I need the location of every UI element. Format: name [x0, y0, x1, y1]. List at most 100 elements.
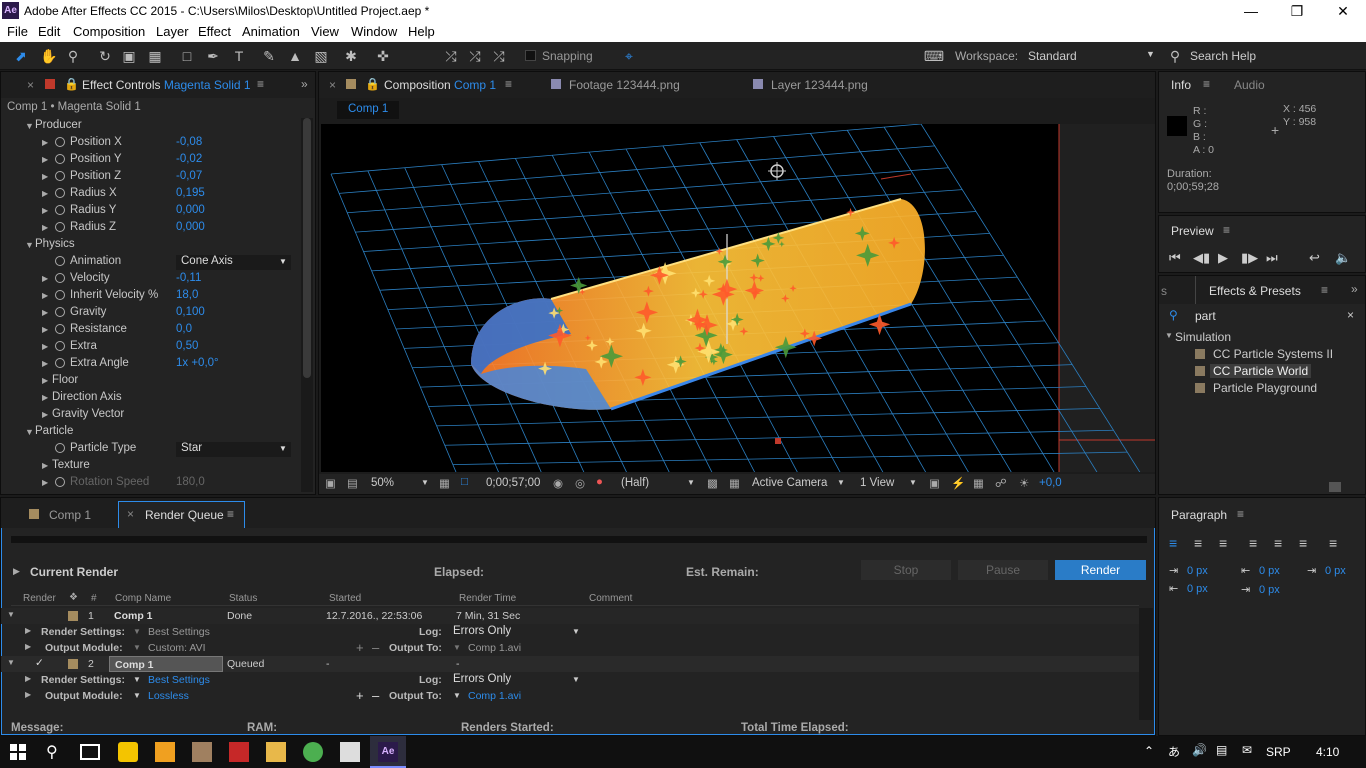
chevron-down-icon[interactable]: ▼: [133, 675, 141, 684]
fast-previews-icon[interactable]: ▩: [707, 476, 718, 490]
align-center-icon[interactable]: ≡: [1194, 535, 1202, 551]
chevron-down-icon[interactable]: ▼: [133, 691, 141, 700]
file-explorer-icon[interactable]: [266, 742, 286, 762]
show-snapshot-icon[interactable]: ◎: [575, 476, 585, 490]
col-status[interactable]: Status: [229, 593, 257, 604]
media-player-icon[interactable]: [155, 742, 175, 762]
stopwatch-icon[interactable]: [55, 443, 65, 453]
remove-output-icon[interactable]: –: [372, 640, 379, 655]
effect-row[interactable]: ▶ Inherit Velocity % 18,0: [1, 288, 301, 305]
language-indicator[interactable]: SRP: [1266, 745, 1291, 759]
property-dropdown[interactable]: Cone Axis ▼: [176, 255, 291, 270]
stop-button[interactable]: Stop: [861, 560, 951, 580]
scrollbar[interactable]: [301, 118, 313, 492]
menu-file[interactable]: File: [7, 24, 28, 39]
property-value[interactable]: 18,0: [176, 289, 198, 301]
effects-presets-title[interactable]: Effects & Presets: [1209, 284, 1301, 298]
col-comp-name[interactable]: Comp Name: [115, 593, 171, 604]
collapse-icon[interactable]: ▶: [42, 376, 48, 385]
clear-search-icon[interactable]: ×: [1347, 308, 1354, 322]
collapse-icon[interactable]: ▶: [42, 325, 48, 334]
lock-icon[interactable]: 🔒: [64, 77, 79, 91]
effect-row[interactable]: ▶ Radius Z 0,000: [1, 220, 301, 237]
chevron-right-icon[interactable]: ▶: [25, 626, 31, 635]
after-effects-taskbar-button[interactable]: Ae: [370, 736, 406, 768]
property-value[interactable]: 0,195: [176, 187, 205, 199]
close-icon[interactable]: ×: [329, 78, 336, 92]
effect-preset-item[interactable]: CC Particle World: [1159, 363, 1349, 380]
roi-icon[interactable]: □: [461, 476, 468, 488]
effect-row[interactable]: ▼ Particle: [1, 424, 301, 441]
justify-right-icon[interactable]: ≡: [1299, 535, 1307, 551]
resolution-select[interactable]: (Half): [621, 477, 649, 489]
tab-effect-controls[interactable]: Effect Controls Magenta Solid 1: [82, 78, 251, 92]
collapse-icon[interactable]: ▶: [42, 189, 48, 198]
effect-row[interactable]: ▶ Direction Axis: [1, 390, 301, 407]
draft-3d-icon[interactable]: ⚡: [951, 476, 965, 490]
panel-menu-icon[interactable]: ≡: [1237, 507, 1244, 521]
pause-button[interactable]: Pause: [958, 560, 1048, 580]
table-row[interactable]: ▼ 1 Comp 1 Done 12.7.2016., 22:53:06 7 Min, 3…: [1, 608, 1139, 624]
expand-icon[interactable]: ▼: [7, 610, 15, 619]
effect-row[interactable]: ▼ Physics: [1, 237, 301, 254]
chevron-down-icon[interactable]: ▼: [572, 675, 580, 684]
collapse-icon[interactable]: ▶: [42, 206, 48, 215]
next-frame-icon[interactable]: ▮▶: [1241, 250, 1258, 266]
app-icon-3[interactable]: [192, 742, 212, 762]
reset-exposure-icon[interactable]: ☀: [1019, 476, 1029, 490]
space-after-value[interactable]: 0 px: [1259, 584, 1280, 596]
stopwatch-icon[interactable]: [55, 273, 65, 283]
acrobat-icon[interactable]: [229, 742, 249, 762]
stopwatch-icon[interactable]: [55, 137, 65, 147]
stopwatch-icon[interactable]: [55, 341, 65, 351]
expand-icon[interactable]: ▼: [25, 121, 34, 131]
effect-row[interactable]: ▶ Rotation Speed 180,0: [1, 475, 301, 492]
collapse-icon[interactable]: ▶: [42, 223, 48, 232]
brush-tool-icon[interactable]: ✎: [260, 47, 278, 65]
chrome-icon[interactable]: [303, 742, 323, 762]
stopwatch-icon[interactable]: [55, 171, 65, 181]
property-value[interactable]: 0,100: [176, 306, 205, 318]
close-icon[interactable]: ×: [27, 78, 34, 92]
panel-menu-icon[interactable]: ≡: [1223, 223, 1230, 237]
property-dropdown[interactable]: Star ▼: [176, 442, 291, 457]
table-row[interactable]: ▼ ✓ 2 Comp 1 Queued - -: [1, 656, 1139, 672]
maximize-button[interactable]: ❐: [1274, 0, 1320, 22]
volume-icon[interactable]: 🔊: [1192, 743, 1207, 757]
property-value[interactable]: 0,0: [176, 323, 192, 335]
comp-name[interactable]: Comp 1: [109, 608, 223, 624]
property-value[interactable]: -0,02: [176, 153, 202, 165]
collapse-icon[interactable]: ▶: [42, 478, 48, 487]
chevron-right-icon[interactable]: ▶: [25, 642, 31, 651]
log-select[interactable]: Errors Only: [453, 625, 511, 637]
stopwatch-icon[interactable]: [55, 290, 65, 300]
camera-tool-icon[interactable]: ▣: [120, 47, 138, 65]
timecode[interactable]: 0;00;57;00: [486, 477, 540, 489]
effect-row[interactable]: Animation Cone Axis ▼: [1, 254, 301, 271]
expand-icon[interactable]: ▼: [7, 658, 15, 667]
timeline-icon[interactable]: ▦: [973, 476, 984, 490]
monitor-icon[interactable]: ▤: [347, 476, 358, 490]
panel-menu-icon[interactable]: ≡: [505, 77, 512, 91]
stopwatch-icon[interactable]: [55, 477, 65, 487]
play-icon[interactable]: ▶: [1218, 250, 1228, 266]
prev-frame-icon[interactable]: ◀▮: [1193, 250, 1210, 266]
app-icon-1[interactable]: [118, 742, 138, 762]
comp-viewer[interactable]: [321, 123, 1155, 485]
justify-all-icon[interactable]: ≡: [1329, 535, 1337, 551]
loop-icon[interactable]: ↩: [1309, 250, 1320, 266]
menu-animation[interactable]: Animation: [242, 24, 300, 39]
close-button[interactable]: ✕: [1320, 0, 1366, 22]
menu-composition[interactable]: Composition: [73, 24, 145, 39]
exposure-value[interactable]: +0,0: [1039, 477, 1062, 489]
output-module-value[interactable]: Lossless: [148, 690, 189, 702]
local-axis-icon[interactable]: ⤮: [442, 47, 460, 65]
close-icon[interactable]: ×: [127, 507, 134, 521]
stopwatch-icon[interactable]: [55, 222, 65, 232]
menu-window[interactable]: Window: [351, 24, 397, 39]
stopwatch-icon[interactable]: [55, 358, 65, 368]
hand-tool-icon[interactable]: ✋: [40, 47, 58, 65]
collapse-icon[interactable]: ▶: [42, 308, 48, 317]
expand-icon[interactable]: ▼: [25, 427, 34, 437]
col-render-time[interactable]: Render Time: [459, 593, 516, 604]
